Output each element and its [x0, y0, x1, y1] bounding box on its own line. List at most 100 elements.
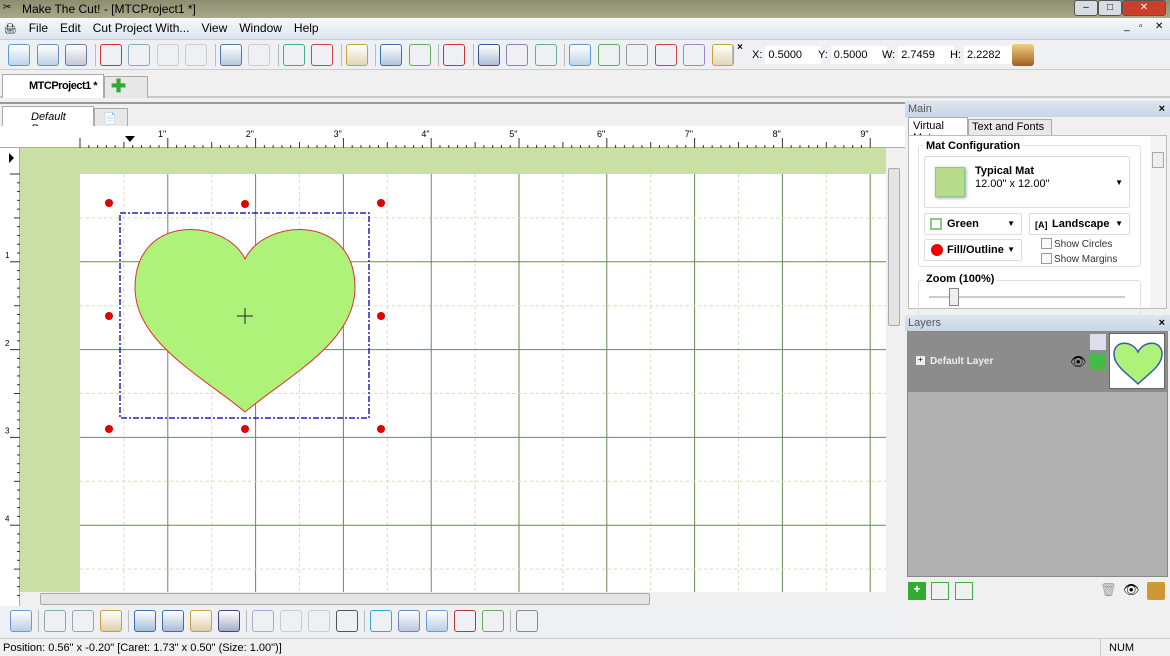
circle-nodes-icon[interactable] [370, 610, 392, 632]
close-icon[interactable]: × [1159, 101, 1165, 117]
unlock-icon[interactable] [1090, 354, 1106, 370]
close-icon[interactable]: × [1159, 315, 1165, 331]
paste-icon[interactable] [156, 44, 179, 66]
resize-handle-tl[interactable] [105, 199, 113, 207]
preview-icon[interactable] [345, 44, 368, 66]
settings-wrench-icon[interactable] [516, 610, 538, 632]
flip-horizontal-icon[interactable] [44, 610, 66, 632]
split-icon[interactable] [252, 610, 274, 632]
lock-button[interactable] [1147, 582, 1165, 600]
menu-edit[interactable]: Edit [54, 18, 87, 38]
resize-handle-b[interactable] [241, 425, 249, 433]
display-mode-select[interactable]: Fill/Outline ▼ [924, 239, 1022, 261]
gsd-icon[interactable] [683, 44, 705, 66]
horizontal-scrollbar[interactable] [20, 592, 886, 606]
rectangle-icon[interactable] [426, 610, 448, 632]
resize-handle-l[interactable] [105, 312, 113, 320]
vertical-scrollbar[interactable] [886, 148, 902, 592]
wpc-icon[interactable] [654, 44, 677, 66]
show-circles-checkbox[interactable]: Show Circles [1041, 238, 1112, 250]
menu-file[interactable]: File [23, 18, 54, 38]
rotate-icon[interactable] [100, 610, 122, 632]
tab-virtual-mat[interactable]: Virtual Mat [908, 117, 968, 144]
intersect-icon[interactable] [308, 610, 330, 632]
merge-layer-button[interactable] [955, 582, 973, 600]
undo-icon[interactable] [219, 44, 242, 66]
weld-icon[interactable] [280, 610, 302, 632]
show-margins-checkbox[interactable]: Show Margins [1041, 253, 1117, 265]
close-icon[interactable]: × [737, 42, 743, 53]
import-icon[interactable] [569, 44, 591, 66]
save-icon[interactable] [65, 44, 87, 66]
dot-array-icon[interactable] [482, 610, 504, 632]
expand-icon[interactable]: + [916, 356, 925, 365]
cut-tool-icon[interactable] [380, 44, 402, 66]
resize-handle-r[interactable] [377, 312, 385, 320]
menu-cut-project-with[interactable]: Cut Project With... [87, 18, 196, 38]
tiff-icon[interactable] [626, 44, 648, 66]
add-page-button[interactable]: 📄 [94, 108, 128, 128]
flip-vertical-icon[interactable] [72, 610, 94, 632]
visibility-button[interactable]: 👁 [1123, 582, 1141, 600]
resize-handle-br[interactable] [377, 425, 385, 433]
color-select[interactable]: Green ▼ [924, 213, 1022, 235]
center-icon[interactable] [190, 610, 212, 632]
zoom-in-icon[interactable] [282, 44, 305, 66]
ort-icon[interactable] [477, 44, 500, 66]
eye-icon[interactable]: 👁 [1070, 354, 1087, 370]
menu-view[interactable]: View [195, 18, 233, 38]
layer-row[interactable]: + Default Layer 👁 [908, 332, 1167, 392]
trace-icon[interactable] [443, 44, 465, 66]
zoom-out-icon[interactable] [311, 44, 333, 66]
paste-in-place-icon[interactable] [185, 44, 207, 66]
mdi-restore-button[interactable]: ▫ [1139, 21, 1143, 32]
copy-icon[interactable] [128, 44, 150, 66]
y-input[interactable]: 0.5000 [830, 46, 887, 64]
select-icon[interactable] [10, 610, 32, 632]
scroll-thumb[interactable] [40, 593, 650, 605]
tab-text-and-fonts[interactable]: Text and Fonts [968, 119, 1052, 135]
lock-aspect-icon[interactable] [1012, 44, 1034, 66]
mdi-minimize-button[interactable]: _ [1124, 21, 1130, 32]
add-layer-button[interactable]: + [908, 582, 926, 600]
pattern-fill-icon[interactable] [454, 610, 476, 632]
shadow-icon[interactable] [218, 610, 240, 632]
node-edit-icon[interactable] [336, 610, 358, 632]
tab-default-page[interactable]: Default Page [2, 106, 94, 135]
mat-canvas[interactable] [20, 148, 886, 592]
x-input[interactable]: 0.5000 [765, 46, 822, 64]
new-icon[interactable] [8, 44, 30, 66]
open-icon[interactable] [36, 44, 59, 66]
tab-project[interactable]: MTCProject1 * [2, 74, 104, 98]
resize-handle-t[interactable] [241, 200, 249, 208]
shapes-icon[interactable] [534, 44, 557, 66]
mdi-close-button[interactable]: ✕ [1155, 21, 1163, 32]
scroll-thumb[interactable] [1152, 152, 1164, 168]
redo-icon[interactable] [248, 44, 270, 66]
layer-color-grid-icon[interactable] [1090, 334, 1106, 350]
resize-handle-bl[interactable] [105, 425, 113, 433]
shear-icon[interactable] [162, 610, 184, 632]
maximize-button[interactable]: □ [1098, 0, 1122, 16]
delete-layer-button[interactable]: 🗑 [1100, 582, 1118, 600]
zoom-slider-thumb[interactable] [949, 288, 959, 306]
minimize-button[interactable]: – [1074, 0, 1098, 16]
w-input[interactable]: 2.7459 [898, 46, 955, 64]
add-project-button[interactable]: ✚ [104, 76, 148, 98]
scroll-thumb[interactable] [888, 168, 900, 326]
zoom-fit-icon[interactable] [408, 44, 431, 66]
duplicate-layer-button[interactable] [931, 582, 949, 600]
resize-handle-tr[interactable] [377, 199, 385, 207]
close-button[interactable]: ✕ [1122, 0, 1166, 16]
pdf-icon[interactable] [597, 44, 620, 66]
warp-icon[interactable] [398, 610, 420, 632]
grid-icon[interactable] [506, 44, 528, 66]
orientation-select[interactable]: [A] Landscape ▼ [1029, 213, 1130, 235]
cut-icon[interactable] [99, 44, 122, 66]
scut-icon[interactable] [711, 44, 734, 66]
panel-scrollbar[interactable] [1150, 136, 1166, 308]
menu-help[interactable]: Help [288, 18, 325, 38]
mat-select[interactable]: Typical Mat 12.00" x 12.00" ▼ [924, 156, 1130, 208]
menu-window[interactable]: Window [233, 18, 288, 38]
align-icon[interactable] [134, 610, 156, 632]
